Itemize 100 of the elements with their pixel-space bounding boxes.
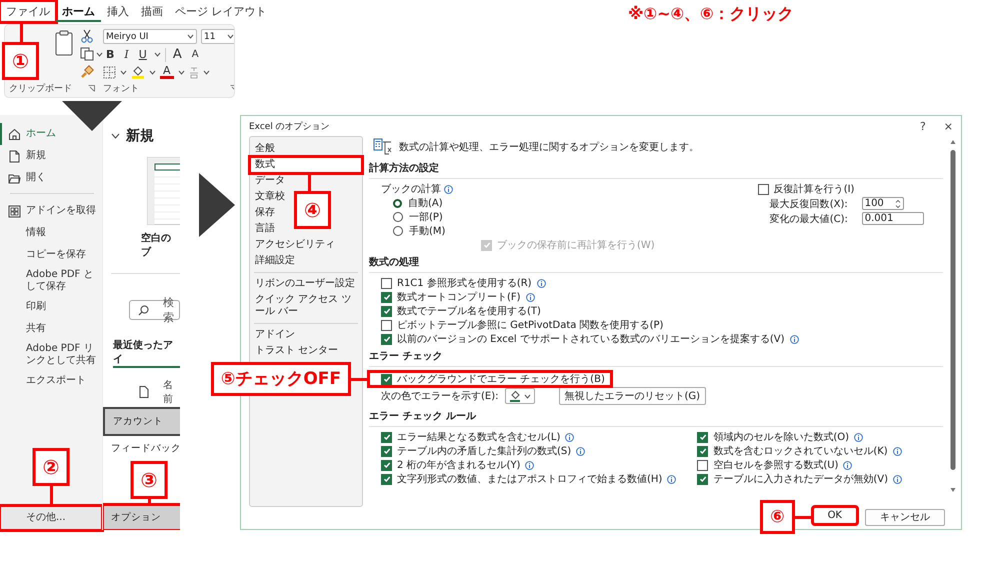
ribbon-tab[interactable]: ファイル: [0, 0, 56, 22]
checkbox[interactable]: [697, 432, 708, 442]
brush-icon[interactable]: [80, 65, 94, 79]
sidebar-item[interactable]: エクスポート: [0, 370, 102, 392]
caret-icon[interactable]: [178, 70, 185, 75]
grow-font-button[interactable]: A: [170, 47, 185, 62]
font-color-button[interactable]: A: [160, 65, 174, 80]
checkbox[interactable]: [381, 474, 392, 484]
bold-button[interactable]: B: [103, 48, 118, 61]
category-item[interactable]: アドイン: [250, 327, 300, 343]
leader-line: [794, 516, 813, 519]
checkbox[interactable]: [381, 320, 392, 330]
caret-icon[interactable]: [227, 34, 234, 40]
caret-icon[interactable]: [202, 70, 210, 75]
caret-icon[interactable]: [524, 394, 530, 398]
number-field[interactable]: 100: [862, 197, 904, 210]
underline-button[interactable]: U: [136, 48, 150, 61]
caret-icon[interactable]: [187, 34, 194, 40]
category-item[interactable]: 保存: [250, 205, 280, 221]
spin-arrows-icon[interactable]: [894, 198, 901, 208]
caret-icon[interactable]: [96, 52, 103, 56]
step-callout: ⑥: [760, 500, 795, 534]
checkbox[interactable]: [697, 460, 708, 470]
launcher-icon[interactable]: [88, 85, 95, 92]
recent-tab[interactable]: 最近使ったアイ: [113, 338, 180, 368]
instruction-note: ※①~④、⑥：クリック: [628, 4, 794, 25]
radio-button[interactable]: [393, 226, 403, 236]
option-label: テーブルに入力されたデータが無効(V): [713, 472, 888, 486]
ribbon-tab[interactable]: 挿入: [101, 0, 135, 22]
italic-button[interactable]: I: [121, 48, 132, 61]
font-name-field[interactable]: Meiryo UI: [103, 29, 197, 44]
sidebar-item[interactable]: Adobe PDF リンクとして共有: [0, 340, 102, 370]
category-item[interactable]: 詳細設定: [250, 253, 300, 269]
text-field[interactable]: 0.001: [862, 212, 924, 225]
caret-icon[interactable]: [154, 52, 161, 57]
category-item[interactable]: 数式: [250, 157, 362, 173]
borders-icon[interactable]: [103, 66, 116, 79]
field-label: 最大反復回数(X):: [770, 198, 849, 210]
sidebar-item[interactable]: その他...: [0, 506, 102, 530]
scissors-icon[interactable]: [80, 29, 94, 43]
checkbox[interactable]: [381, 278, 392, 288]
copy-icon[interactable]: [80, 47, 94, 61]
reset-errors-button[interactable]: 無視したエラーのリセット(G): [558, 387, 706, 405]
font-size-field[interactable]: 11: [201, 29, 234, 44]
sidebar-item[interactable]: 情報: [0, 222, 102, 244]
check-icon: [698, 475, 707, 483]
menu-item[interactable]: アカウント: [103, 407, 180, 436]
checkbox[interactable]: [697, 446, 708, 456]
sidebar-item[interactable]: 共有: [0, 318, 102, 340]
category-item[interactable]: 文章校: [250, 189, 290, 205]
category-item[interactable]: トラスト センター: [250, 343, 344, 359]
color-dropdown[interactable]: [504, 388, 534, 404]
checkbox[interactable]: [381, 374, 392, 384]
section-heading: 計算方法の設定: [369, 158, 943, 179]
sidebar-item[interactable]: コピーを保存: [0, 244, 102, 266]
group-label: フォント: [103, 83, 139, 96]
checkbox[interactable]: [697, 474, 708, 484]
checkbox[interactable]: [381, 306, 392, 316]
category-item[interactable]: リボンのユーザー設定: [250, 276, 360, 292]
radio-button[interactable]: [393, 198, 402, 208]
leader-line: [20, 22, 23, 42]
caret-icon[interactable]: [120, 70, 127, 75]
sidebar-item[interactable]: アドインを取得: [0, 200, 102, 222]
option-label: ピボットテーブル参照に GetPivotData 関数を使用する(P): [397, 318, 664, 332]
home-icon: [8, 128, 21, 140]
fill-bucket-icon[interactable]: [131, 65, 145, 80]
category-item[interactable]: データ: [250, 173, 290, 189]
category-item[interactable]: クイック アクセス ツール バー: [250, 292, 362, 320]
cancel-button[interactable]: キャンセル: [865, 509, 945, 526]
sidebar-item[interactable]: 印刷: [0, 296, 102, 318]
checkbox[interactable]: [381, 432, 392, 442]
shrink-font-button[interactable]: A: [188, 49, 202, 60]
ok-button[interactable]: OK: [812, 507, 857, 524]
section-heading: 新規: [126, 127, 154, 145]
sidebar-item[interactable]: 開く: [0, 167, 102, 189]
sidebar-item[interactable]: Adobe PDF として保存: [0, 266, 102, 296]
close-button[interactable]: ×: [944, 120, 953, 132]
checkbox[interactable]: [381, 460, 392, 470]
option-label: バックグラウンドでエラー チェックを行う(B): [397, 373, 605, 386]
category-item[interactable]: 言語: [250, 221, 280, 237]
field-label: 次の色でエラーを示す(E):: [381, 390, 498, 403]
help-button[interactable]: ?: [920, 120, 926, 132]
option-label: 数式でテーブル名を使用する(T): [397, 304, 541, 318]
window-title: Excel のオプション: [249, 120, 331, 132]
category-item[interactable]: アクセシビリティ: [250, 237, 340, 253]
ribbon-tab[interactable]: 描画: [135, 0, 169, 22]
checkbox[interactable]: [381, 334, 392, 344]
menu-item[interactable]: オプション: [103, 505, 180, 530]
menu-item[interactable]: フィードバック: [103, 436, 180, 461]
radio-button[interactable]: [393, 212, 403, 222]
sidebar-item[interactable]: 新規: [0, 145, 102, 167]
checkbox[interactable]: [381, 292, 392, 302]
step-callout: ②: [32, 448, 70, 486]
checkbox[interactable]: [381, 446, 392, 456]
chevron-down-icon[interactable]: [111, 133, 120, 139]
category-item[interactable]: 全般: [250, 141, 280, 157]
ribbon-tab[interactable]: ホーム: [56, 0, 101, 22]
ribbon-tab[interactable]: ページ レイアウト: [169, 0, 272, 22]
checkbox[interactable]: [758, 184, 769, 194]
caret-icon[interactable]: [149, 70, 156, 75]
